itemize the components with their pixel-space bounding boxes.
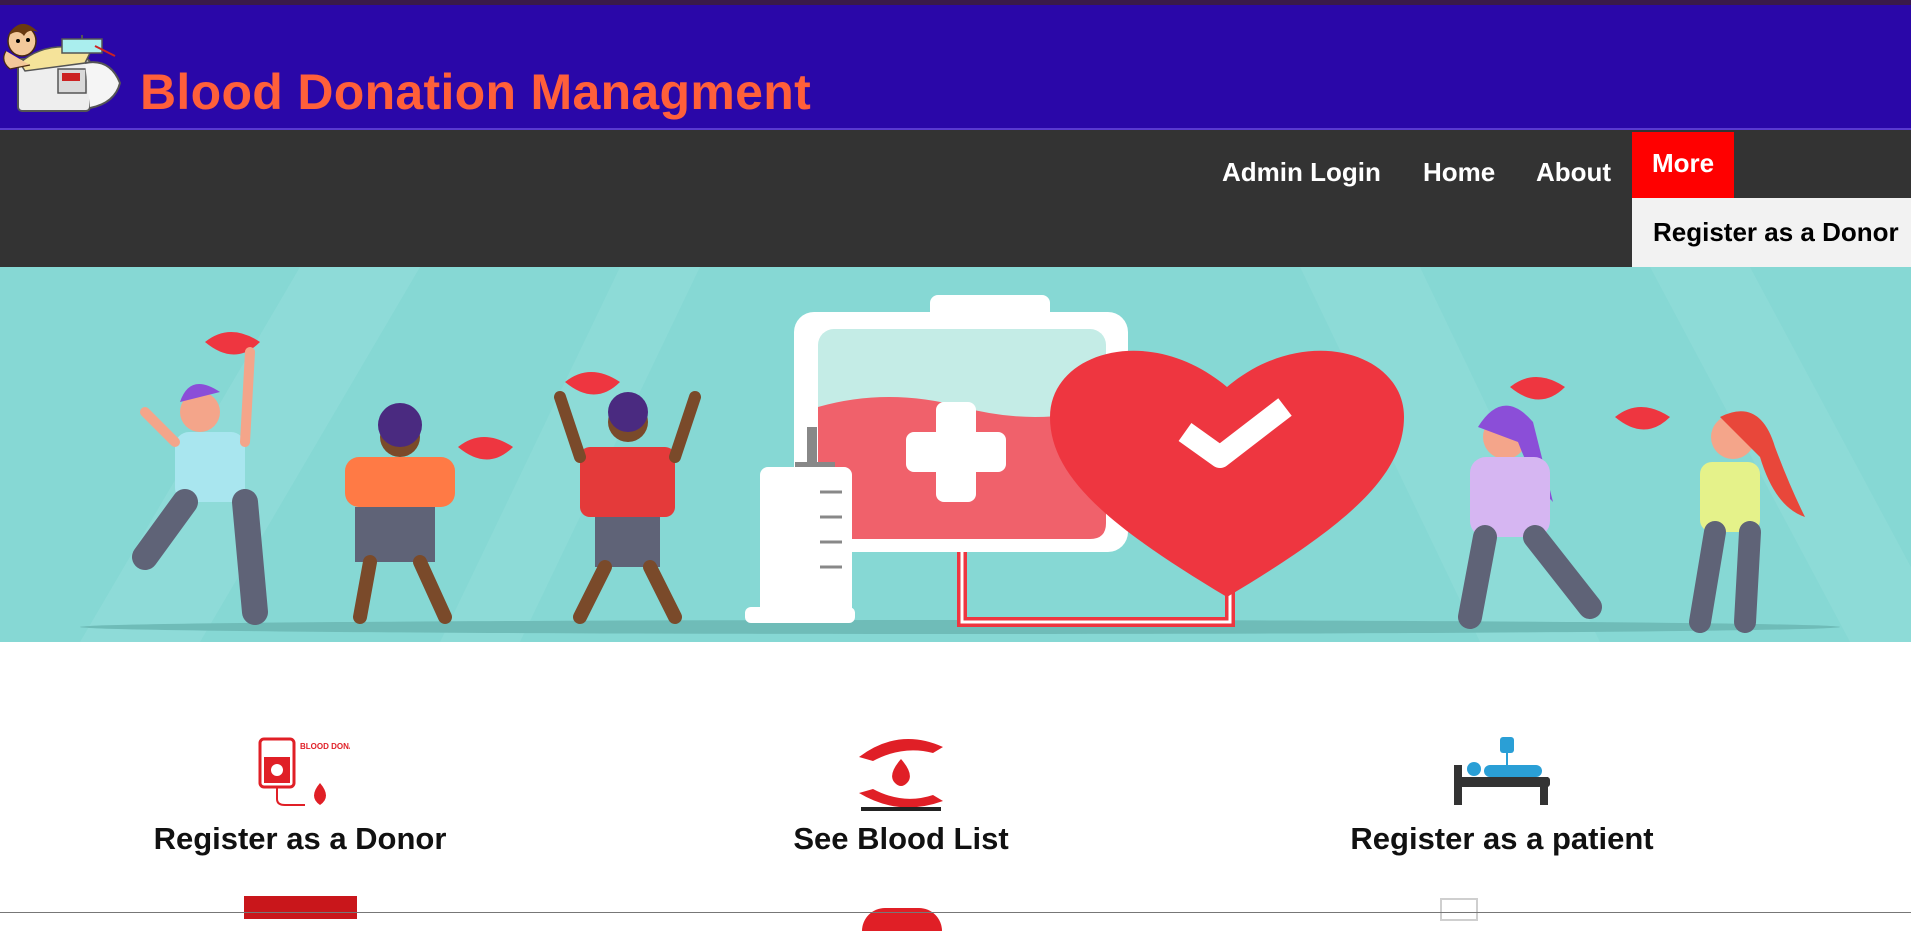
card-register-donor[interactable]: BLOOD DONATION Register as a Donor: [0, 735, 600, 857]
divider: [0, 912, 1911, 913]
nav-admin-login-link[interactable]: Admin Login: [1222, 150, 1381, 195]
nav-more-dropdown-button[interactable]: More: [1632, 132, 1734, 198]
logo-donor-cartoon-icon: [3, 23, 122, 112]
nav-about-link[interactable]: About: [1536, 150, 1611, 195]
caring-hands-drop-icon: [859, 739, 943, 811]
next-row-image-1: [244, 896, 357, 919]
patient-bed-icon: [1454, 737, 1550, 805]
dropdown-register-donor-item[interactable]: Register as a Donor: [1632, 198, 1911, 267]
card-register-patient[interactable]: Register as a patient: [1202, 735, 1802, 857]
next-row-image-3: [1440, 898, 1478, 921]
card-label[interactable]: See Blood List: [601, 821, 1201, 857]
site-title: Blood Donation Managment: [140, 64, 812, 120]
main-nav: Admin Login Home About More Register as …: [0, 130, 1911, 267]
card-label[interactable]: Register as a Donor: [0, 821, 600, 857]
card-see-blood-list[interactable]: See Blood List: [601, 735, 1201, 857]
card-label[interactable]: Register as a patient: [1202, 821, 1802, 857]
site-header: Blood Donation Managment: [0, 0, 1911, 130]
svg-text:BLOOD DONATION: BLOOD DONATION: [300, 742, 350, 751]
blood-bag-icon: BLOOD DONATION: [258, 737, 350, 806]
hero-banner-image: [0, 267, 1911, 642]
nav-home-link[interactable]: Home: [1423, 150, 1495, 195]
